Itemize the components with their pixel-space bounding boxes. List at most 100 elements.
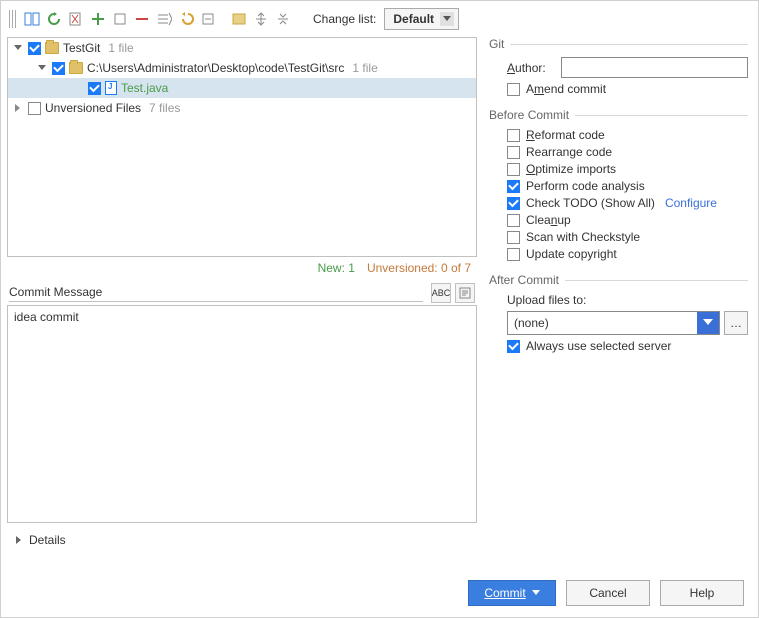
commit-message-label: Commit Message [9,285,423,302]
tree-root-row[interactable]: TestGit 1 file [8,38,476,58]
commit-message-input[interactable]: idea commit [7,305,477,523]
show-diff-icon[interactable] [23,10,41,28]
expand-arrow-icon[interactable] [36,62,48,74]
refresh-icon[interactable] [45,10,63,28]
checkstyle-row[interactable]: Scan with Checkstyle [507,230,748,244]
folder-icon [45,42,59,54]
status-unversioned: Unversioned: 0 of 7 [367,261,471,275]
optimize-label: Optimize imports [526,162,616,176]
checkbox[interactable] [507,180,520,193]
git-section-title: Git [489,37,748,51]
rollback-icon[interactable] [177,10,195,28]
tree-file-row[interactable]: Test.java [8,78,476,98]
cancel-button[interactable]: Cancel [566,580,650,606]
configure-link[interactable]: Configure [665,196,717,210]
tree-unversioned-row[interactable]: Unversioned Files 7 files [8,98,476,118]
remove-icon[interactable] [133,10,151,28]
checkbox[interactable] [507,83,520,96]
tree-file-name: Test.java [121,81,168,95]
java-file-icon [105,81,117,95]
chevron-down-icon [440,12,454,26]
change-list-value: Default [393,12,434,26]
after-commit-title: After Commit [489,273,748,287]
tree-path-row[interactable]: C:\Users\Administrator\Desktop\code\Test… [8,58,476,78]
status-new: New: 1 [318,261,355,275]
before-commit-section: Before Commit Reformat code Rearrange co… [489,108,748,261]
upload-value: (none) [508,316,697,330]
analysis-label: Perform code analysis [526,179,645,193]
tree-root-count: 1 file [108,41,133,55]
todo-row[interactable]: Check TODO (Show All) Configure [507,196,748,210]
tree-path-name: C:\Users\Administrator\Desktop\code\Test… [87,61,344,75]
cleanup-row[interactable]: Cleanup [507,213,748,227]
group-icon[interactable] [230,10,248,28]
history-icon[interactable] [455,283,475,303]
changes-tree[interactable]: TestGit 1 file C:\Users\Administrator\De… [7,37,477,257]
delete-icon[interactable] [67,10,85,28]
rearrange-row[interactable]: Rearrange code [507,145,748,159]
commit-button[interactable]: Commit [468,580,556,606]
upload-select[interactable]: (none) [507,311,720,335]
checkbox[interactable] [507,340,520,353]
upload-label: Upload files to: [507,293,748,307]
amend-commit-label: Amend commit [526,82,606,96]
status-line: New: 1 Unversioned: 0 of 7 [7,257,477,277]
author-input[interactable] [561,57,748,78]
help-button[interactable]: Help [660,580,744,606]
collapse-icon[interactable] [199,10,217,28]
edit-icon[interactable] [111,10,129,28]
expand-arrow-icon[interactable] [12,42,24,54]
collapsed-arrow-icon[interactable] [12,102,24,114]
button-bar: Commit Cancel Help [1,569,758,617]
checkbox[interactable] [28,42,41,55]
add-icon[interactable] [89,10,107,28]
analysis-row[interactable]: Perform code analysis [507,179,748,193]
chevron-down-icon [697,312,719,334]
change-list-label: Change list: [313,12,376,26]
browse-button[interactable]: … [724,311,748,335]
reformat-label: Reformat code [526,128,605,142]
checkbox[interactable] [507,231,520,244]
move-icon[interactable] [155,10,173,28]
always-server-label: Always use selected server [526,339,671,353]
always-server-row[interactable]: Always use selected server [507,339,748,353]
checkbox[interactable] [507,129,520,142]
checkbox[interactable] [507,197,520,210]
details-toggle[interactable]: Details [7,529,477,551]
checkbox[interactable] [507,214,520,227]
before-commit-title: Before Commit [489,108,748,122]
checkbox[interactable] [507,163,520,176]
copyright-label: Update copyright [526,247,617,261]
folder-icon [69,62,83,74]
copyright-row[interactable]: Update copyright [507,247,748,261]
commit-button-label: Commit [484,586,525,600]
details-label: Details [29,533,66,547]
tree-unversioned-name: Unversioned Files [45,101,141,115]
checkbox[interactable] [507,248,520,261]
amend-commit-row[interactable]: Amend commit [507,82,748,96]
checkbox[interactable] [88,82,101,95]
tree-path-count: 1 file [352,61,377,75]
tree-unversioned-count: 7 files [149,101,180,115]
toolbar: Change list: Default [1,1,758,37]
author-label: Author: [507,61,555,75]
git-section: Git Author: Amend commit [489,37,748,96]
spellcheck-icon[interactable]: ABC [431,283,451,303]
after-commit-section: After Commit Upload files to: (none) … A… [489,273,748,353]
checkstyle-label: Scan with Checkstyle [526,230,640,244]
cleanup-label: Cleanup [526,213,571,227]
collapse-all-icon[interactable] [274,10,292,28]
reformat-row[interactable]: Reformat code [507,128,748,142]
expand-all-icon[interactable] [252,10,270,28]
chevron-right-icon [15,535,25,545]
tree-root-name: TestGit [63,41,100,55]
checkbox[interactable] [28,102,41,115]
optimize-row[interactable]: Optimize imports [507,162,748,176]
todo-label: Check TODO (Show All) [526,196,655,210]
change-list-dropdown[interactable]: Default [384,8,459,30]
checkbox[interactable] [507,146,520,159]
toolbar-grip[interactable] [9,10,17,28]
checkbox[interactable] [52,62,65,75]
chevron-down-icon [532,590,540,596]
rearrange-label: Rearrange code [526,145,612,159]
